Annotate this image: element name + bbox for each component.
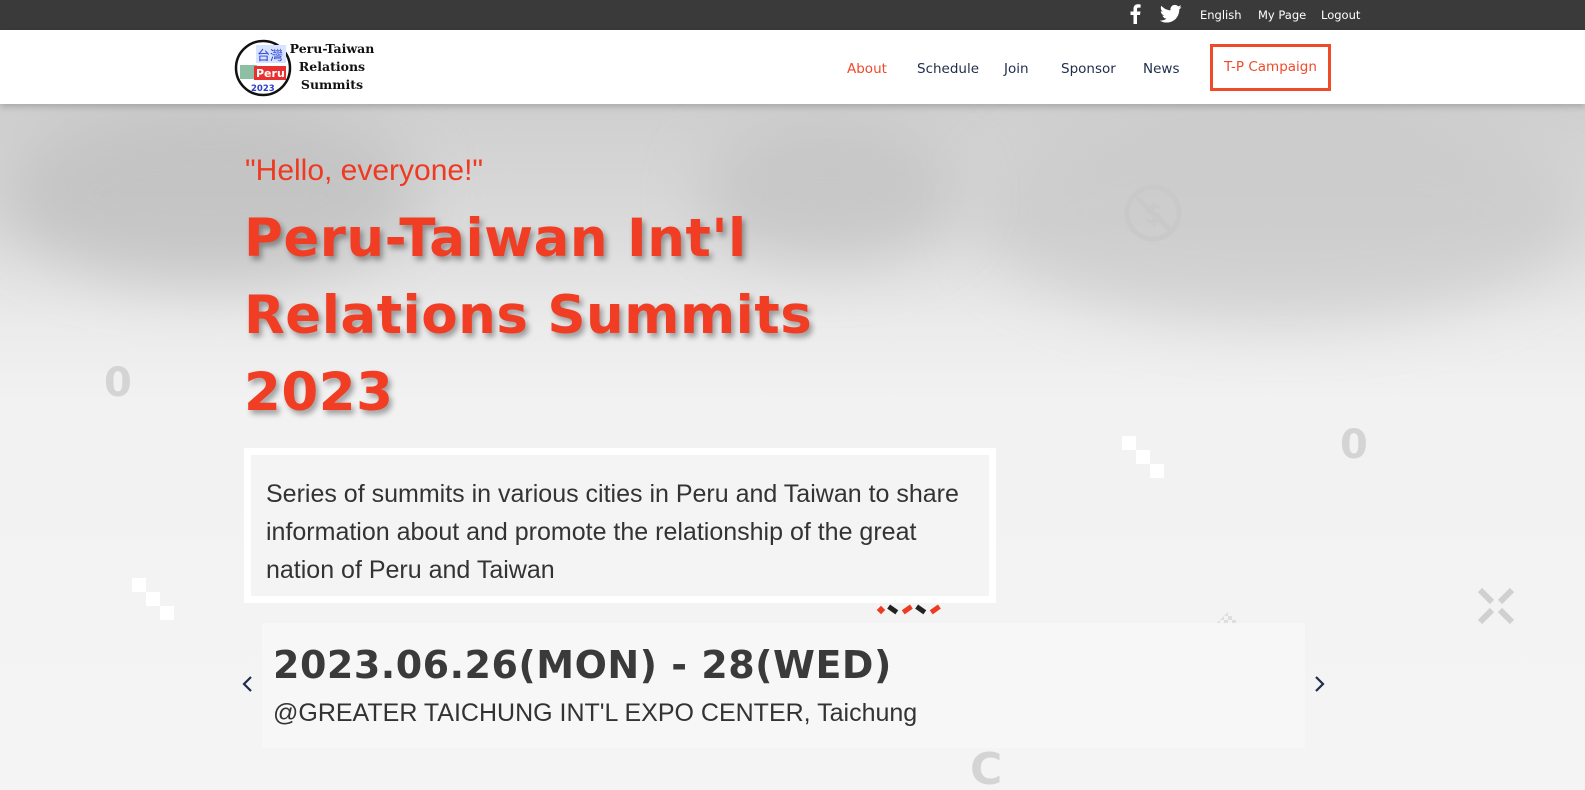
logo-line-1: Peru-Taiwan — [289, 41, 375, 56]
decorative-zero-glyph: 0 — [104, 360, 132, 406]
event-date: 2023.06.26(MON) - 28(WED) — [273, 643, 892, 687]
logo-line-3: Summits — [300, 77, 364, 92]
hero-title-line: 2023 — [244, 362, 394, 423]
no-money-icon: $ — [1124, 184, 1182, 242]
facebook-icon[interactable] — [1128, 4, 1142, 29]
event-date-card: 2023.06.26(MON) - 28(WED) @GREATER TAICH… — [262, 623, 1305, 748]
carousel-prev-arrow-icon[interactable] — [238, 672, 258, 696]
nav-item-sponsor[interactable]: Sponsor — [1061, 61, 1116, 77]
description-text: Series of summits in various cities in P… — [251, 455, 989, 596]
cross-decoration — [1477, 587, 1515, 625]
description-card: Series of summits in various cities in P… — [244, 448, 996, 603]
language-link[interactable]: English — [1200, 8, 1242, 22]
my-page-link[interactable]: My Page — [1258, 8, 1306, 22]
hero-title-line: Peru-Taiwan Int'l — [244, 208, 747, 269]
logout-link[interactable]: Logout — [1321, 8, 1360, 22]
carousel-next-arrow-icon[interactable] — [1309, 672, 1329, 696]
decorative-zero-glyph: 0 — [1340, 422, 1368, 468]
campaign-button[interactable]: T-P Campaign — [1210, 44, 1331, 91]
top-utility-bar: English My Page Logout — [0, 0, 1585, 30]
hero-greeting: "Hello, everyone!" — [245, 154, 484, 187]
hero-title-line: Relations Summits — [244, 285, 813, 346]
hero-title: Peru-Taiwan Int'l Relations Summits 2023 — [244, 200, 864, 431]
twitter-icon[interactable] — [1159, 4, 1182, 29]
logo-emblem-year: 2023 — [251, 84, 275, 94]
hero-background-shade — [980, 104, 1580, 324]
logo-emblem-peru: Peru — [256, 67, 285, 80]
event-venue: @GREATER TAICHUNG INT'L EXPO CENTER, Tai… — [273, 699, 918, 727]
logo-wordmark[interactable]: Peru-Taiwan Relations Summits — [286, 40, 378, 94]
decorative-c-glyph: C — [970, 744, 1003, 790]
logo-emblem[interactable]: 台灣 Peru 2023 — [234, 39, 292, 97]
pixel-steps-decoration — [132, 578, 174, 620]
nav-item-news[interactable]: News — [1143, 61, 1179, 77]
logo-emblem-chars: 台灣 — [257, 49, 283, 64]
slide-marks-decoration — [876, 604, 941, 615]
logo-line-2: Relations — [298, 59, 366, 74]
nav-item-join[interactable]: Join — [1004, 61, 1029, 77]
hero-section: $ 0 0 C "Hello, everyone!" Peru-Taiwan I… — [0, 104, 1585, 790]
pixel-steps-decoration — [1122, 436, 1164, 478]
nav-item-about[interactable]: About — [847, 61, 887, 77]
svg-text:$: $ — [1144, 197, 1163, 230]
nav-item-schedule[interactable]: Schedule — [917, 61, 979, 77]
